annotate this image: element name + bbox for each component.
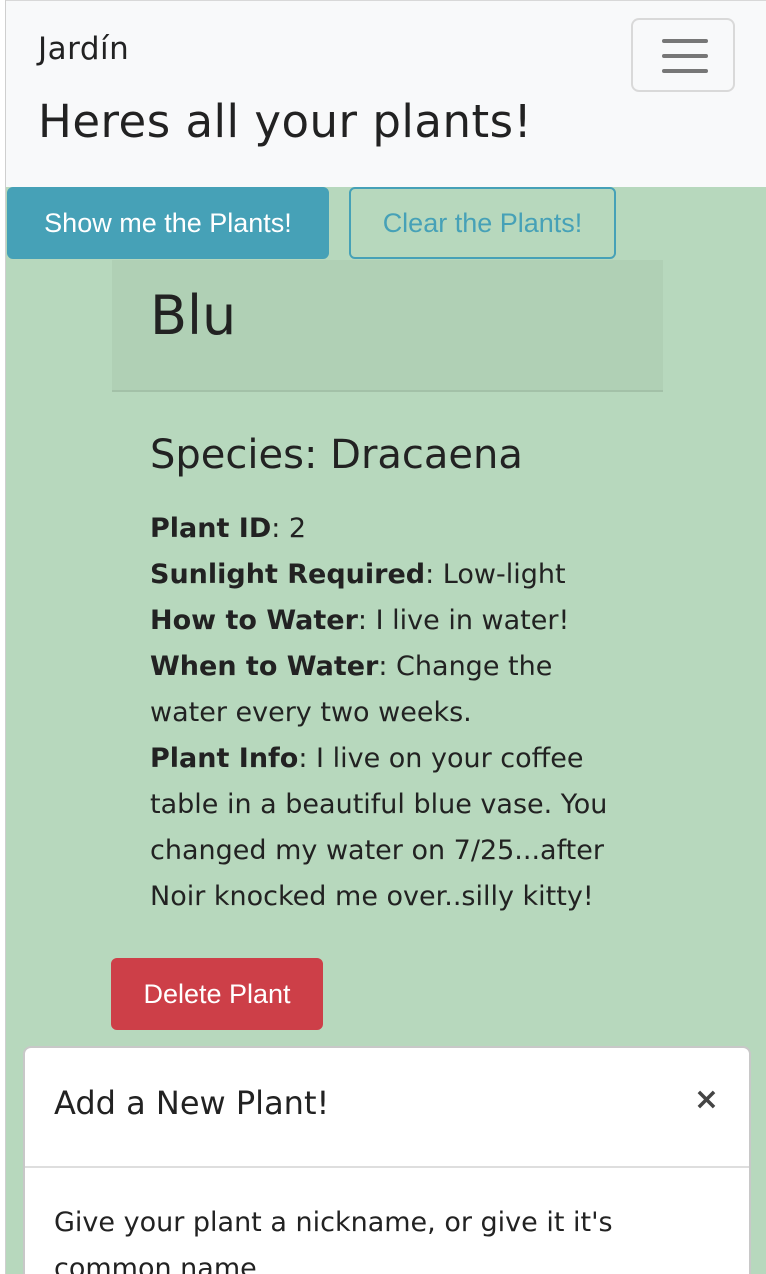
page-title: Heres all your plants! — [38, 95, 533, 148]
detail-label: Sunlight Required — [150, 559, 426, 590]
modal-divider — [25, 1166, 749, 1168]
plant-species: Species: Dracaena — [150, 432, 523, 478]
detail-plant-id: Plant ID: 2 — [150, 506, 610, 552]
plant-name: Blu — [150, 284, 237, 347]
hamburger-menu-icon — [662, 39, 708, 43]
brand-link[interactable]: Jardín — [38, 31, 129, 67]
detail-label: Plant Info — [150, 743, 299, 774]
detail-label: Plant ID — [150, 513, 272, 544]
detail-when-to-water: When to Water: Change the water every tw… — [150, 644, 610, 736]
detail-value: : I live in water! — [357, 605, 570, 636]
plant-details: Plant ID: 2 Sunlight Required: Low-light… — [150, 506, 610, 920]
nickname-help-text: Give your plant a nickname, or give it i… — [54, 1207, 613, 1274]
detail-how-to-water: How to Water: I live in water! — [150, 598, 610, 644]
detail-label: How to Water — [150, 605, 358, 636]
close-icon[interactable]: × — [694, 1082, 719, 1117]
detail-value: : Low-light — [425, 559, 566, 590]
show-plants-button[interactable]: Show me the Plants! — [7, 187, 329, 259]
detail-sunlight: Sunlight Required: Low-light — [150, 552, 610, 598]
modal-title: Add a New Plant! — [54, 1084, 330, 1122]
clear-plants-button[interactable]: Clear the Plants! — [349, 187, 616, 259]
detail-plant-info: Plant Info: I live on your coffee table … — [150, 736, 610, 920]
plant-card-header: Blu — [112, 260, 663, 392]
navbar-toggle-button[interactable] — [631, 18, 735, 92]
add-plant-modal: Add a New Plant! × Give your plant a nic… — [23, 1046, 751, 1274]
detail-label: When to Water — [150, 651, 379, 682]
delete-plant-button[interactable]: Delete Plant — [111, 958, 323, 1030]
page: Jardín Heres all your plants! Show me th… — [5, 0, 766, 1274]
navbar: Jardín Heres all your plants! — [6, 0, 766, 187]
detail-value: : 2 — [271, 513, 307, 544]
